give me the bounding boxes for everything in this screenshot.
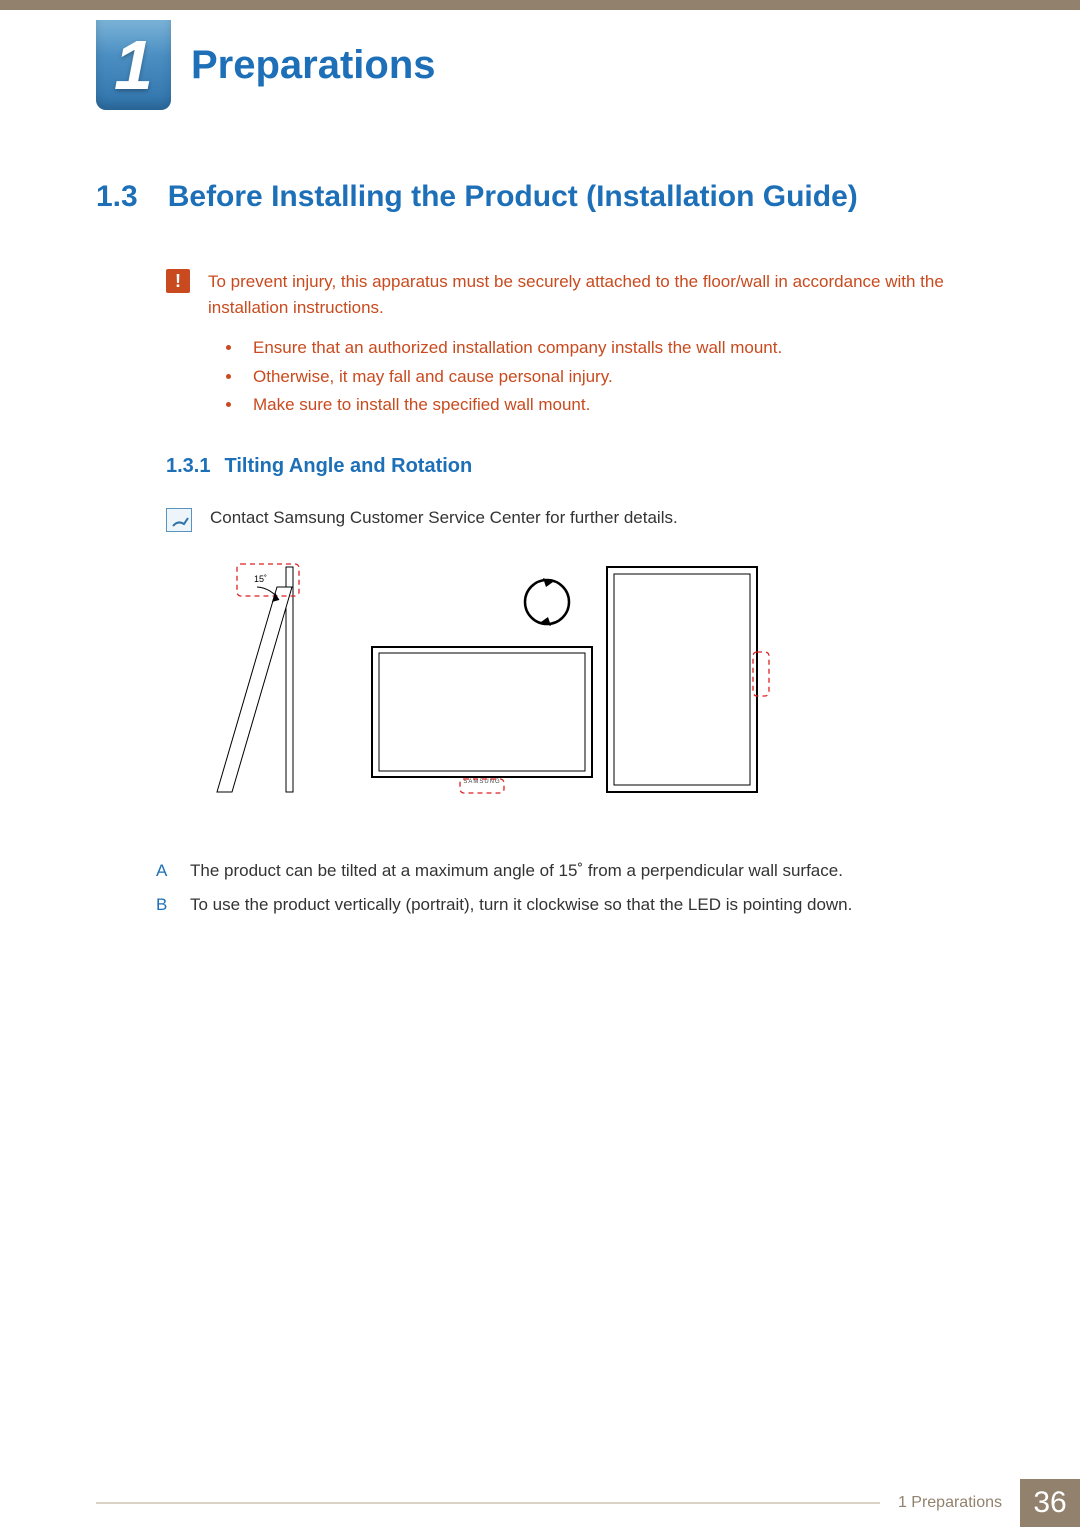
instruction-item-a: A The product can be tilted at a maximum… [156,857,984,885]
page-number: 36 [1020,1479,1080,1527]
subsection-title: Tilting Angle and Rotation [224,455,472,478]
chapter-header: 1 Preparations [96,20,436,110]
section-number: 1.3 [96,180,138,214]
note-icon [166,508,192,532]
warning-item-text: Otherwise, it may fall and cause persona… [253,363,613,392]
brand-label: SAMSUNG [463,779,500,785]
chapter-title: Preparations [191,43,436,88]
warning-icon: ! [166,269,190,293]
footer-rule [96,1502,880,1527]
angle-label: 15˚ [254,574,267,584]
subsection-number: 1.3.1 [166,455,210,478]
chapter-number: 1 [114,25,153,105]
bullet-icon [226,374,231,379]
subsection-heading: 1.3.1 Tilting Angle and Rotation [166,455,984,478]
bullet-icon [226,402,231,407]
section-title: Before Installing the Product (Installat… [168,180,858,214]
note-block: Contact Samsung Customer Service Center … [166,508,984,532]
item-text: The product can be tilted at a maximum a… [190,857,843,885]
section-heading: 1.3 Before Installing the Product (Insta… [96,180,984,214]
warning-list-item: Make sure to install the specified wall … [226,391,984,420]
item-text: To use the product vertically (portrait)… [190,891,852,919]
warning-list-item: Ensure that an authorized installation c… [226,334,984,363]
warning-intro: To prevent injury, this apparatus must b… [208,269,984,322]
instruction-item-b: B To use the product vertically (portrai… [156,891,984,919]
page-content: 1.3 Before Installing the Product (Insta… [96,180,984,925]
warning-list: Ensure that an authorized installation c… [226,334,984,421]
note-text: Contact Samsung Customer Service Center … [210,508,678,532]
chapter-number-box: 1 [96,20,171,110]
warning-block: ! To prevent injury, this apparatus must… [166,269,984,322]
bullet-icon [226,345,231,350]
top-accent-bar [0,0,1080,10]
warning-item-text: Ensure that an authorized installation c… [253,334,782,363]
page-footer: 1 Preparations 36 [0,1479,1080,1527]
item-letter: A [156,857,176,885]
footer-section-ref: 1 Preparations [880,1479,1020,1527]
subsection: 1.3.1 Tilting Angle and Rotation Contact… [166,455,984,919]
warning-list-item: Otherwise, it may fall and cause persona… [226,363,984,392]
tilt-rotation-diagram: 15˚ SAMSUNG [182,552,984,817]
item-letter: B [156,891,176,919]
warning-item-text: Make sure to install the specified wall … [253,391,590,420]
instruction-list: A The product can be tilted at a maximum… [156,857,984,919]
